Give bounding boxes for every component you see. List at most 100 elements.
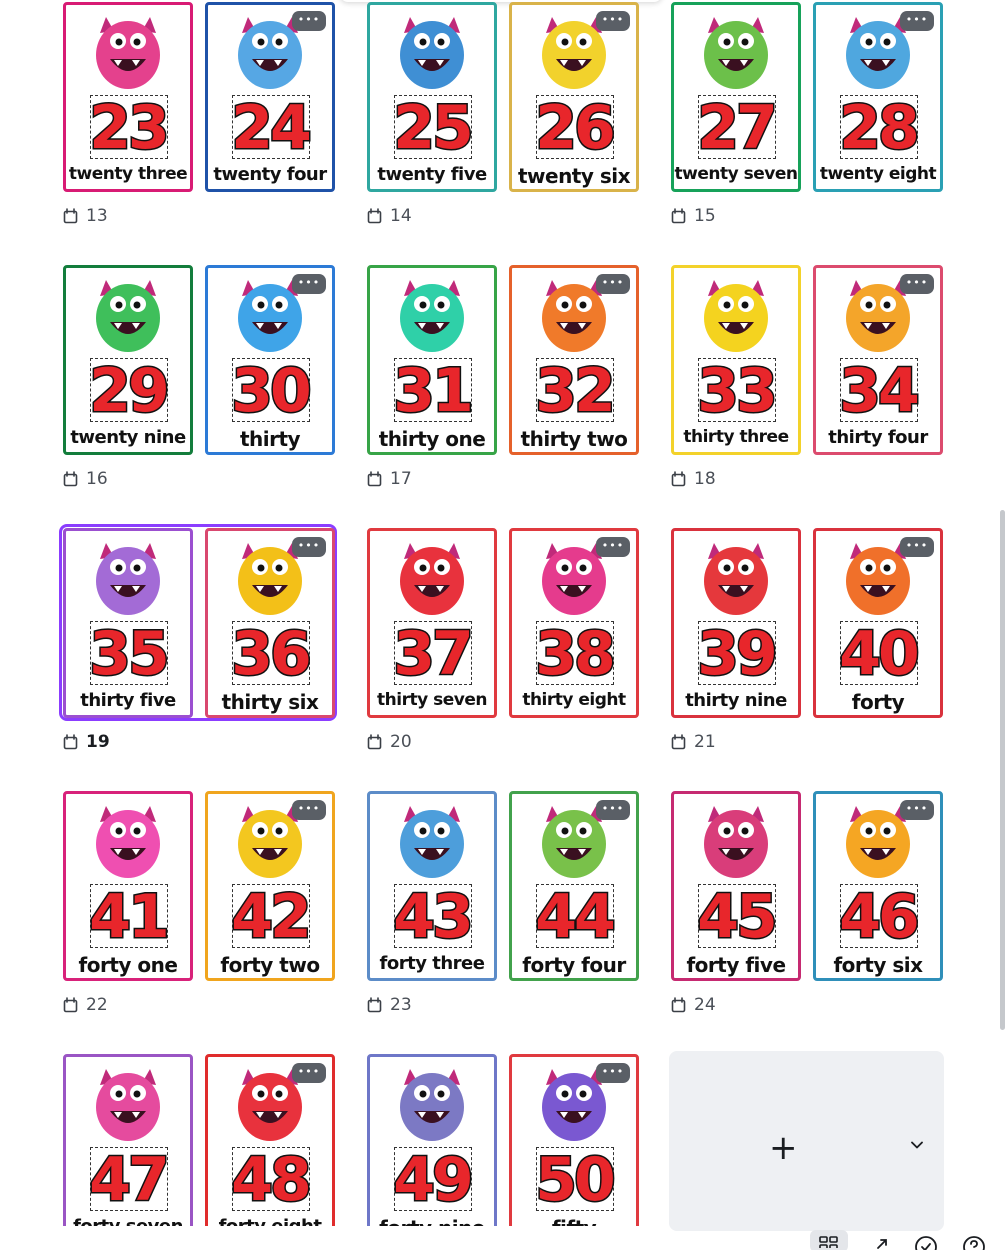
grid-view-icon [819,1236,838,1248]
page-thumbnail[interactable]: 29 twenty nine 30 thirty ••• [61,263,335,456]
page-icon [671,471,686,487]
page-number-label: 21 [670,732,716,752]
more-options-button[interactable]: ••• [292,274,326,294]
card-number: 46 [838,881,922,954]
chevron-down-icon[interactable] [909,1137,925,1153]
flashcard: 47forty seven [63,1054,193,1226]
flashcard: 32 thirty two ••• [509,265,639,455]
more-options-button[interactable]: ••• [292,11,326,31]
card-word: forty eight [208,1216,332,1226]
more-options-button[interactable]: ••• [292,1063,326,1083]
page-thumbnail[interactable]: 43 forty three 44 forty four ••• [365,789,639,982]
card-word: twenty nine [70,427,186,448]
card-word: forty six [833,953,923,977]
card-number: 41 [88,881,172,954]
flashcard: 46 forty six ••• [813,791,943,981]
card-number: 45 [696,881,780,954]
page-icon [671,997,686,1013]
card-word: forty seven [66,1216,190,1226]
card-word: forty two [220,953,320,977]
more-options-button[interactable]: ••• [900,11,934,31]
page-thumbnail[interactable]: 47forty seven 48forty eight ••• [61,1052,335,1226]
card-word: twenty eight [819,164,937,184]
more-options-button[interactable]: ••• [900,537,934,557]
monster-illustration [96,806,160,878]
monster-illustration [400,17,464,89]
page-number: 19 [86,732,110,752]
flashcard: 30 thirty ••• [205,265,335,455]
page-number: 22 [86,995,108,1015]
more-options-button[interactable]: ••• [292,800,326,820]
page-number: 16 [86,469,108,489]
flashcard: 34 thirty four ••• [813,265,943,455]
more-options-button[interactable]: ••• [596,274,630,294]
card-number: 31 [392,355,476,428]
flashcard: 35 thirty five [63,528,193,718]
flashcard: 38 thirty eight ••• [509,528,639,718]
more-options-button[interactable]: ••• [596,537,630,557]
page-icon [63,471,78,487]
more-options-button[interactable]: ••• [596,1063,630,1083]
add-page-tile[interactable]: + [669,1051,944,1231]
card-number: 50 [534,1144,618,1217]
card-word: thirty eight [522,690,626,710]
more-options-button[interactable]: ••• [292,537,326,557]
flashcard: 36 thirty six ••• [205,528,335,718]
monster-illustration [400,806,464,878]
page-thumbnail[interactable]: 37 thirty seven 38 thirty eight ••• [365,526,639,719]
more-options-button[interactable]: ••• [596,11,630,31]
page-number: 21 [694,732,716,752]
page-number: 13 [86,206,108,226]
page-icon [63,208,78,224]
card-word: twenty seven [674,164,798,184]
monster-illustration [400,543,464,615]
page-thumbnail[interactable]: 35 thirty five 36 thirty six ••• [59,524,337,721]
page-number-label: 16 [62,469,108,489]
page-thumbnail[interactable]: 25 twenty five 26 twenty six ••• [365,0,639,193]
page-thumbnail[interactable]: 45 forty five 46 forty six ••• [669,789,943,982]
flashcard: 40 forty ••• [813,528,943,718]
page-thumbnail[interactable]: 27 twenty seven 28 twenty eight ••• [669,0,943,193]
page-thumbnail[interactable]: 39 thirty nine 40 forty ••• [669,526,943,719]
page-thumbnail[interactable]: 31 thirty one 32 thirty two ••• [365,263,639,456]
plus-icon[interactable]: + [769,1131,798,1165]
check-icon[interactable] [914,1234,938,1250]
flashcard: 43 forty three [367,791,497,981]
expand-icon[interactable] [870,1234,894,1250]
page-number-label: 13 [62,206,108,226]
page-thumbnail[interactable]: 33 thirty three 34 thirty four ••• [669,263,943,456]
help-icon[interactable] [962,1234,986,1250]
page-number: 24 [694,995,716,1015]
page-thumbnail[interactable]: 49forty nine 50fifty ••• [365,1052,639,1226]
more-options-button[interactable]: ••• [900,274,934,294]
scrollbar[interactable] [1000,510,1005,1030]
page-thumbnail[interactable]: 41 forty one 42 forty two ••• [61,789,335,982]
card-word: thirty six [221,690,319,714]
card-number: 40 [838,618,922,691]
card-number: 36 [230,618,314,691]
card-number: 38 [534,618,618,691]
card-number: 35 [88,618,172,691]
card-number: 24 [230,92,314,165]
monster-illustration [704,806,768,878]
card-word: twenty six [517,164,631,188]
card-number: 42 [230,881,314,954]
flashcard: 29 twenty nine [63,265,193,455]
page-number-label: 22 [62,995,108,1015]
more-options-button[interactable]: ••• [900,800,934,820]
page-icon [367,208,382,224]
card-number: 44 [534,881,618,954]
card-number: 34 [838,355,922,428]
page-number-label: 19 [62,732,110,752]
more-options-button[interactable]: ••• [596,800,630,820]
flashcard: 27 twenty seven [671,2,801,192]
card-number: 25 [392,92,476,165]
grid-view-button[interactable] [810,1230,848,1250]
page-thumbnail[interactable]: 23 twenty three 24 twenty four ••• [61,0,335,193]
flashcard: 49forty nine [367,1054,497,1226]
flashcard: 45 forty five [671,791,801,981]
flashcard: 28 twenty eight ••• [813,2,943,192]
card-number: 47 [88,1144,172,1217]
monster-illustration [96,1069,160,1141]
card-word: forty [851,690,905,714]
